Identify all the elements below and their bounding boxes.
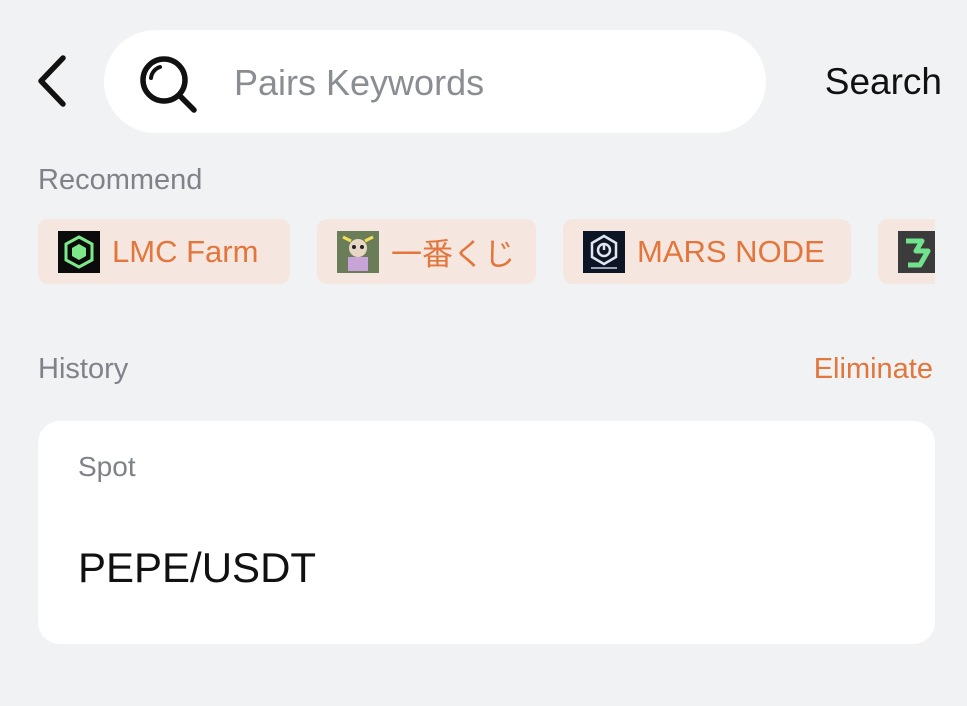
chip-label: 一番くじ <box>391 237 515 272</box>
chevron-left-icon <box>38 55 66 107</box>
chip-label: MARS NODE <box>637 233 825 269</box>
partial-token-logo <box>898 230 935 273</box>
ichiban-kuji-logo <box>337 230 379 273</box>
recommend-chip-ichiban-kuji[interactable]: 一番くじ <box>317 219 536 284</box>
search-bar[interactable] <box>104 30 766 133</box>
search-page: Search Recommend LMC Farm <box>0 0 967 706</box>
search-button[interactable]: Search <box>792 58 942 106</box>
recommend-title: Recommend <box>38 164 203 196</box>
eliminate-history-button[interactable]: Eliminate <box>814 353 933 386</box>
back-button[interactable] <box>30 52 74 110</box>
lmc-farm-logo <box>58 230 100 273</box>
search-input[interactable] <box>232 54 736 112</box>
search-icon <box>140 56 197 113</box>
history-card: Spot PEPE/USDT <box>38 421 935 644</box>
recommend-list: LMC Farm 一番くじ MARS NODE <box>38 219 935 284</box>
history-title: History <box>38 353 129 385</box>
history-category-label: Spot <box>78 451 136 482</box>
chip-label: LMC Farm <box>112 233 259 269</box>
history-item-pair[interactable]: PEPE/USDT <box>78 544 316 592</box>
mars-node-logo <box>583 230 625 273</box>
recommend-chip-partial[interactable] <box>878 219 935 284</box>
recommend-chip-mars-node[interactable]: MARS NODE <box>563 219 851 284</box>
recommend-chip-lmc-farm[interactable]: LMC Farm <box>38 219 290 284</box>
